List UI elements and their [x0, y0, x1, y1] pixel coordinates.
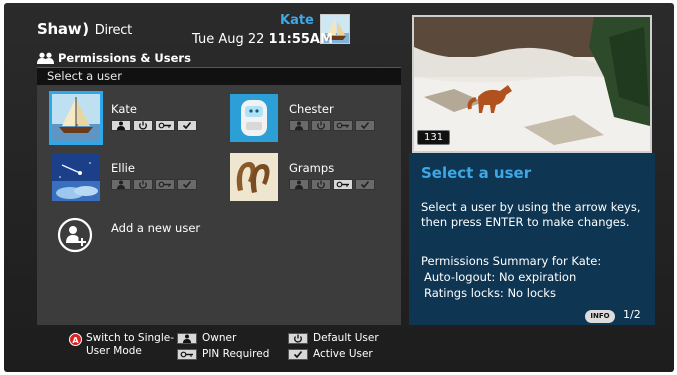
check-icon: [177, 120, 197, 131]
info-button[interactable]: INFO: [585, 310, 615, 323]
check-icon: [355, 120, 375, 131]
key-icon: [333, 179, 353, 190]
user-name-kate: Kate: [111, 102, 137, 116]
channel-number: 131: [417, 130, 451, 145]
user-avatar-chester[interactable]: [230, 94, 278, 142]
key-icon: [155, 179, 175, 190]
clock: Tue Aug 22 11:55AM: [192, 32, 333, 47]
power-icon: [133, 179, 153, 190]
key-icon: [177, 349, 197, 360]
summary-auto-logout: Auto-logout: No expiration: [424, 270, 577, 284]
page-title: Permissions & Users: [37, 51, 191, 65]
add-user-icon[interactable]: [57, 217, 93, 253]
user-avatar-gramps[interactable]: [230, 153, 278, 201]
summary-title: Permissions Summary for Kate:: [421, 254, 602, 268]
screen: Shaw) Direct Kate Tue Aug 22 11:55AM Per…: [4, 3, 674, 372]
owner-icon: [289, 120, 309, 131]
power-icon: [288, 333, 308, 344]
user-perms-chester: [289, 120, 375, 131]
info-title: Select a user: [421, 164, 532, 182]
user-avatar-kate[interactable]: [49, 91, 103, 145]
add-user-button[interactable]: Add a new user: [111, 221, 200, 235]
check-icon: [355, 179, 375, 190]
legend-pin-required: PIN Required: [177, 348, 269, 361]
page-indicator: 1/2: [623, 308, 641, 321]
owner-icon: [111, 179, 131, 190]
users-icon: [37, 52, 54, 64]
check-icon: [288, 349, 308, 360]
switch-mode-label[interactable]: Switch to Single-User Mode: [86, 332, 176, 358]
owner-icon: [289, 179, 309, 190]
power-icon: [133, 120, 153, 131]
user-name-gramps: Gramps: [289, 161, 335, 175]
user-name-chester: Chester: [289, 102, 334, 116]
current-user-name: Kate: [280, 13, 314, 28]
select-user-bar: Select a user: [37, 67, 401, 85]
legend-active-user: Active User: [288, 348, 373, 361]
permissions-summary: Permissions Summary for Kate: Auto-logou…: [421, 253, 601, 301]
info-description: Select a user by using the arrow keys, t…: [421, 200, 641, 229]
brand-logo: Shaw) Direct: [37, 20, 132, 38]
user-perms-kate: [111, 120, 197, 131]
key-icon: [333, 120, 353, 131]
legend-owner: Owner: [177, 332, 236, 345]
owner-icon: [111, 120, 131, 131]
a-button-icon[interactable]: A: [69, 333, 82, 346]
power-icon: [311, 120, 331, 131]
user-perms-ellie: [111, 179, 197, 190]
summary-ratings-locks: Ratings locks: No locks: [424, 286, 556, 300]
user-name-ellie: Ellie: [111, 161, 135, 175]
legend-default-user: Default User: [288, 332, 379, 345]
owner-icon: [177, 333, 197, 344]
user-avatar-ellie[interactable]: [52, 153, 100, 201]
user-perms-gramps: [289, 179, 375, 190]
check-icon: [177, 179, 197, 190]
power-icon: [311, 179, 331, 190]
key-icon: [155, 120, 175, 131]
